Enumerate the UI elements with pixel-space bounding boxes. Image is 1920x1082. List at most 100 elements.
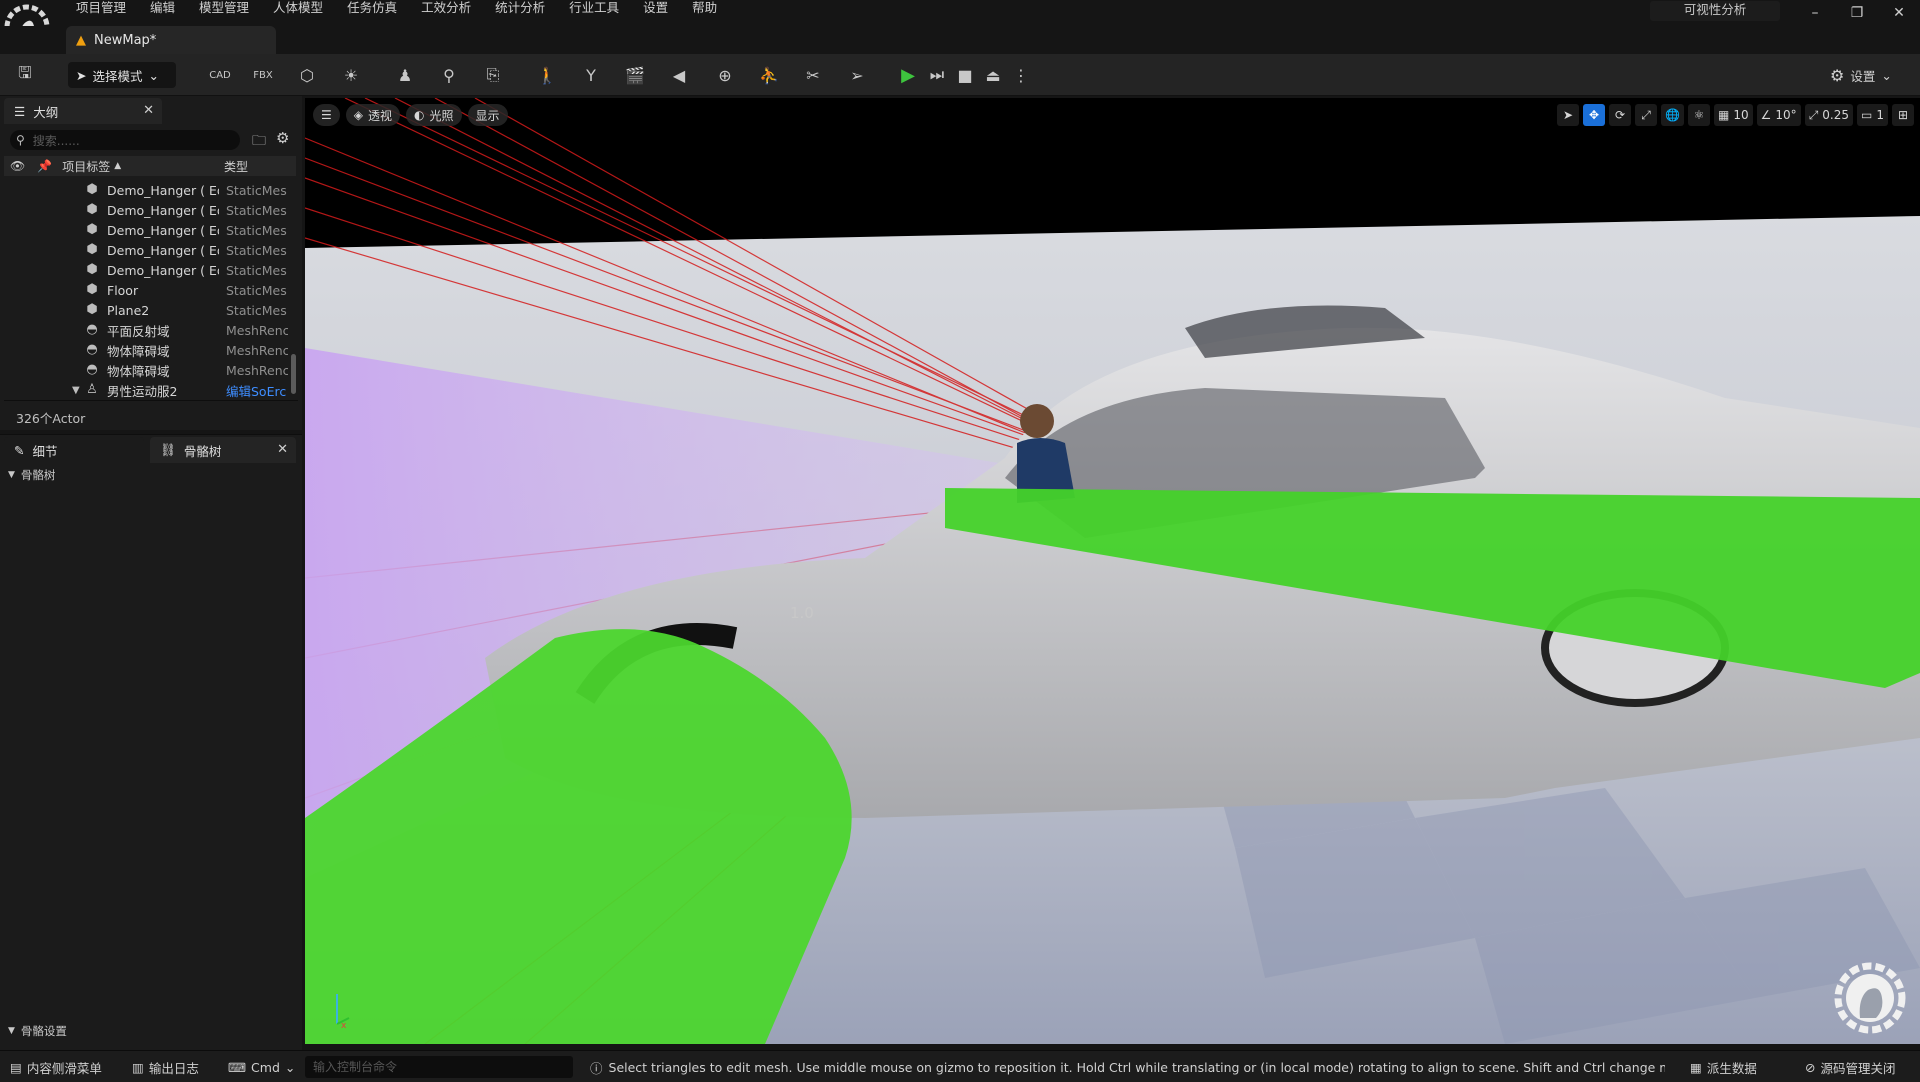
col-label-header[interactable]: 项目标签 — [62, 158, 110, 175]
list-item[interactable]: ⬢ Demo_Hanger ( Edi StaticMes — [0, 200, 296, 220]
content-drawer-button[interactable]: ▤ 内容侧滑菜单 — [10, 1057, 102, 1077]
sequence-icon[interactable]: ⎘ — [478, 60, 508, 90]
settings-button[interactable]: ⚙ 设置 ⌄ — [1830, 62, 1910, 88]
step-icon[interactable]: ⏭ — [922, 60, 952, 90]
menu-task-sim[interactable]: 任务仿真 — [335, 0, 409, 18]
eye-icon[interactable]: 👁 — [10, 159, 25, 173]
close-icon[interactable]: ✕ — [1884, 2, 1914, 24]
tools-icon[interactable]: ✂ — [798, 60, 828, 90]
walk-icon[interactable]: 🚶 — [532, 60, 562, 90]
col-type-header[interactable]: 类型 — [224, 158, 248, 175]
output-log-button[interactable]: ▥ 输出日志 — [132, 1057, 199, 1077]
body-icon[interactable]: ⚲ — [434, 60, 464, 90]
more-options-icon[interactable]: ⋮ — [1006, 60, 1036, 90]
3d-viewport[interactable]: 1.0 ☰ ◈ 透视 ◐ 光照 显示 ➤ ✥ ⟳ ⤢ 🌐 ⚛ ▦ 10 ∠ 10… — [305, 98, 1920, 1044]
scale-tool-icon[interactable]: ⤢ — [1635, 104, 1658, 126]
list-item[interactable]: ◓ 物体障碍域 MeshRenc — [0, 340, 296, 360]
list-item[interactable]: ◓ 平面反射域 MeshRenc — [0, 320, 296, 340]
row-name: Plane2 — [107, 302, 150, 318]
accessibility-icon[interactable]: ⊕ — [710, 60, 740, 90]
menu-statistics[interactable]: 统计分析 — [483, 0, 557, 18]
cad-import-icon[interactable]: CAD — [205, 60, 235, 90]
menu-industry-tools[interactable]: 行业工具 — [557, 0, 631, 18]
menu-model[interactable]: 模型管理 — [187, 0, 261, 18]
cube-icon[interactable]: ⬡ — [292, 60, 322, 90]
fork-icon[interactable]: Y — [576, 60, 606, 90]
data-icon: ▦ — [1690, 1059, 1702, 1075]
camera-speed-button[interactable]: ▭ 1 — [1857, 104, 1888, 126]
add-folder-icon[interactable]: 🗀 — [252, 130, 266, 154]
list-item[interactable]: ⬢ Plane2 StaticMes — [0, 300, 296, 320]
viewport-layout-icon[interactable]: ⊞ — [1892, 104, 1914, 126]
grid-snap-toggle[interactable]: ▦ 10 — [1714, 104, 1753, 126]
outliner-scrollbar[interactable] — [291, 354, 296, 394]
sound-icon[interactable]: ◀ — [664, 60, 694, 90]
close-icon[interactable]: ✕ — [143, 103, 154, 118]
tab-newmap[interactable]: ▲ NewMap* — [66, 26, 276, 54]
expand-arrow-icon[interactable]: ▼ — [72, 385, 80, 396]
drawer-icon: ▤ — [10, 1059, 22, 1075]
light-icon[interactable]: ☀ — [336, 60, 366, 90]
row-name: Demo_Hanger ( Edi — [107, 242, 219, 258]
list-item[interactable]: ⬢ Demo_Hanger ( Edi StaticMes — [0, 220, 296, 240]
send-icon[interactable]: ➢ — [842, 60, 872, 90]
menu-help[interactable]: 帮助 — [680, 0, 729, 18]
eject-icon[interactable]: ⏏ — [978, 60, 1008, 90]
translate-tool-icon[interactable]: ✥ — [1583, 104, 1606, 126]
sphere-icon: ◐ — [414, 108, 425, 122]
tab-outliner[interactable]: ☰ 大纲 ✕ — [4, 98, 162, 124]
section-skeleton-settings[interactable]: ▼ 骨骼设置 — [8, 1023, 67, 1039]
outliner-search-input[interactable]: ⚲ 搜索...... — [10, 130, 240, 150]
list-item[interactable]: ⬢ Floor StaticMes — [0, 280, 296, 300]
perspective-button[interactable]: ◈ 透视 — [345, 104, 401, 126]
row-name: Floor — [107, 282, 139, 298]
scale-snap-toggle[interactable]: ⤢ 0.25 — [1804, 104, 1854, 126]
list-item[interactable]: ◓ 物体障碍域 MeshRenc — [0, 360, 296, 380]
row-name: 物体障碍域 — [107, 343, 170, 359]
fbx-import-icon[interactable]: FBX — [248, 60, 278, 90]
visibility-analysis-label[interactable]: 可视性分析 — [1650, 1, 1780, 21]
derived-data-button[interactable]: ▦ 派生数据 — [1690, 1057, 1757, 1077]
lighting-button[interactable]: ◐ 光照 — [406, 104, 462, 126]
show-label: 显示 — [475, 108, 500, 123]
play-icon[interactable]: ▶ — [893, 60, 923, 90]
menu-edit[interactable]: 编辑 — [138, 0, 187, 18]
save-icon[interactable]: 🖫 — [10, 60, 40, 90]
rotate-tool-icon[interactable]: ⟳ — [1609, 104, 1632, 126]
edit-link[interactable]: 编辑SoErc — [226, 381, 288, 400]
menu-settings[interactable]: 设置 — [631, 0, 680, 18]
select-mode-dropdown[interactable]: ➤ 选择模式 ⌄ — [68, 62, 176, 88]
mode-label: 选择模式 — [92, 68, 143, 84]
pin-icon[interactable]: 📌 — [37, 159, 52, 173]
menu-human-model[interactable]: 人体模型 — [261, 0, 335, 18]
document-tab-bar — [0, 26, 1920, 54]
menu-ergonomics[interactable]: 工效分析 — [409, 0, 483, 18]
viewport-menu-button[interactable]: ☰ — [313, 104, 340, 126]
stop-icon[interactable]: ■ — [950, 60, 980, 90]
console-input[interactable]: 输入控制台命令 — [305, 1056, 573, 1078]
world-space-icon[interactable]: 🌐 — [1661, 104, 1685, 126]
posture-icon[interactable]: ⛹ — [754, 60, 784, 90]
list-item[interactable]: ⬢ Demo_Hanger ( Edi StaticMes — [0, 180, 296, 200]
surface-snap-icon[interactable]: ⚛ — [1688, 104, 1711, 126]
section-skeleton-tree[interactable]: ▼ 骨骼树 — [8, 467, 55, 483]
close-icon[interactable]: ✕ — [277, 442, 288, 457]
cmd-dropdown[interactable]: ⌨ Cmd ⌄ — [228, 1057, 295, 1077]
tab-details[interactable]: ✎ 细节 — [4, 437, 144, 463]
select-tool-icon[interactable]: ➤ — [1557, 104, 1580, 126]
cube-icon: ◈ — [353, 108, 363, 122]
menu-project[interactable]: 项目管理 — [64, 0, 138, 18]
angle-snap-toggle[interactable]: ∠ 10° — [1756, 104, 1801, 126]
list-item[interactable]: ▼ ♙ 男性运动服2 编辑SoErc — [0, 380, 296, 400]
list-item[interactable]: ⬢ Demo_Hanger ( Edi StaticMes — [0, 240, 296, 260]
gear-icon[interactable]: ⚙ — [276, 129, 289, 147]
clapper-icon[interactable]: 🎬 — [620, 60, 650, 90]
tab-skeleton-tree[interactable]: ⛓ 骨骼树 ✕ — [150, 437, 296, 463]
list-item[interactable]: ⬢ Demo_Hanger ( Edi StaticMes — [0, 260, 296, 280]
human-pin-icon[interactable]: ♟ — [390, 60, 420, 90]
show-button[interactable]: 显示 — [467, 104, 508, 126]
minimize-icon[interactable]: – — [1800, 2, 1830, 24]
source-control-button[interactable]: ⊘ 源码管理关闭 — [1805, 1057, 1896, 1077]
chevron-down-icon: ▼ — [8, 1026, 15, 1036]
restore-icon[interactable]: ❐ — [1842, 2, 1872, 24]
